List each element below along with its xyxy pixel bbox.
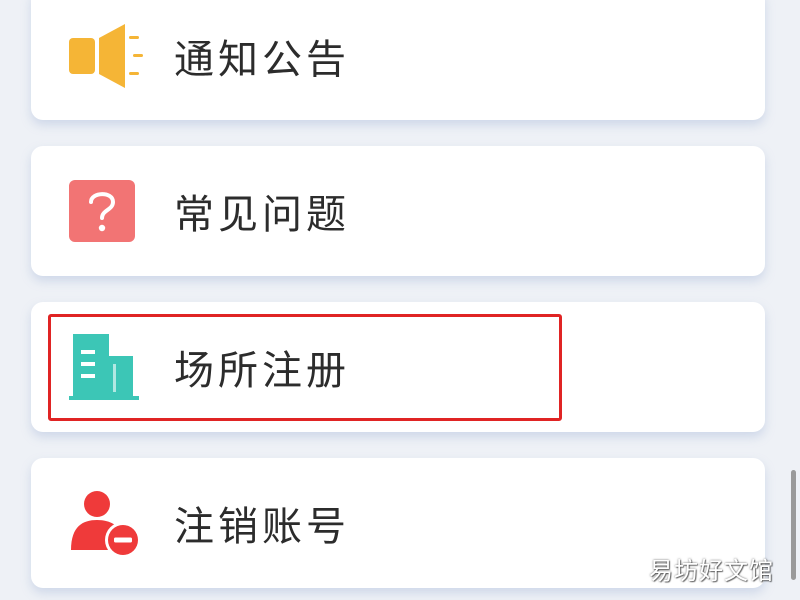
menu-item-venue-register[interactable]: 场所注册	[31, 302, 765, 432]
remove-user-icon	[71, 491, 141, 558]
watermark: 易坊好文馆	[649, 557, 774, 585]
menu-item-faq[interactable]: 常见问题	[31, 146, 765, 276]
menu-item-label: 通知公告	[174, 37, 350, 83]
building-icon	[69, 334, 139, 400]
megaphone-icon	[69, 24, 143, 88]
menu-screen: 通知公告 常见问题 场所注册 注销账号 易坊好文馆	[0, 0, 800, 600]
question-icon	[69, 180, 135, 242]
menu-item-notice[interactable]: 通知公告	[31, 0, 765, 120]
menu-item-label: 场所注册	[174, 348, 350, 394]
menu-item-label: 常见问题	[174, 192, 350, 238]
scrollbar[interactable]	[791, 470, 796, 580]
menu-item-label: 注销账号	[174, 504, 350, 550]
